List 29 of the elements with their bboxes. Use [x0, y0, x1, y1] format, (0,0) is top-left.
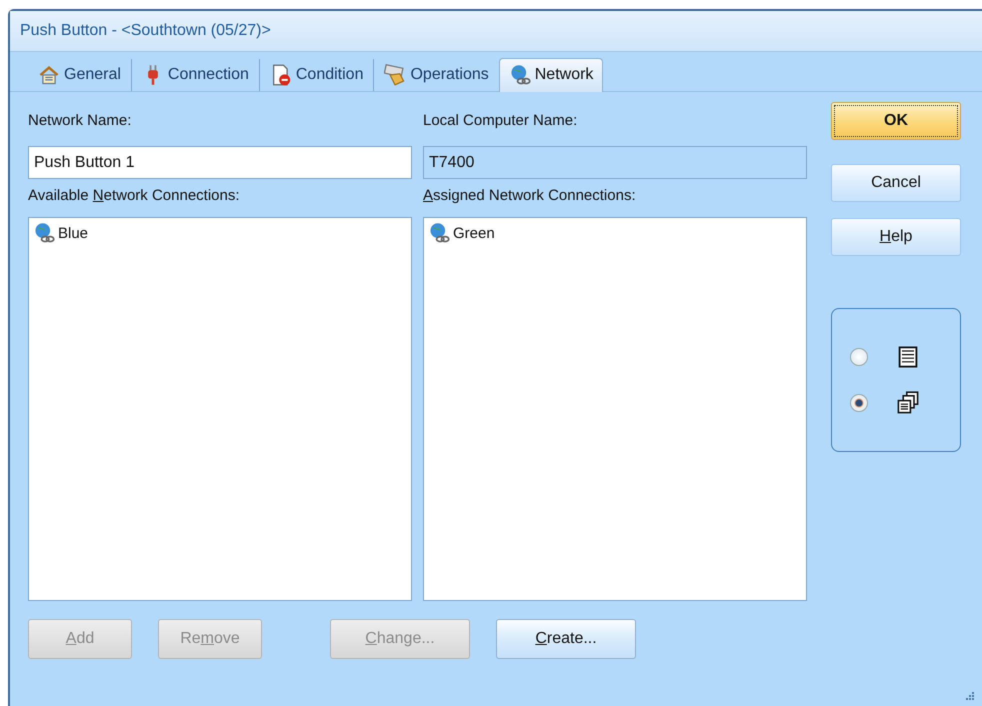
tab[interactable]: Condition [260, 58, 374, 92]
keyboard-hand-icon [384, 64, 406, 86]
dialog-button[interactable]: OK [831, 102, 961, 140]
tab[interactable]: Operations [374, 58, 499, 92]
dialog-button[interactable]: Cancel [831, 164, 961, 202]
list-item[interactable]: Blue [58, 224, 88, 242]
stacked-pages-icon [896, 391, 920, 415]
globe-link-icon [33, 222, 55, 244]
globe-link-icon [428, 222, 450, 244]
globe-link-icon [508, 64, 531, 86]
list-box[interactable]: Green [423, 217, 807, 601]
resize-grip-icon [964, 690, 974, 700]
window-title: Push Button - <Southtown (05/27)> [20, 22, 271, 40]
house-icon [38, 64, 60, 86]
list-box[interactable]: Blue [28, 217, 412, 601]
radio-button[interactable] [850, 394, 868, 412]
input-field[interactable]: Push Button 1 [28, 146, 412, 179]
field-label: Network Name: [28, 111, 132, 131]
list-label: Assigned Network Connections: [423, 186, 637, 206]
list-item[interactable]: Green [453, 224, 495, 242]
tab[interactable]: General [28, 58, 131, 92]
list-label: Available Network Connections: [28, 186, 241, 206]
tab[interactable]: Network [498, 58, 604, 92]
tab[interactable]: Connection [132, 58, 259, 92]
field-label: Local Computer Name: [423, 111, 578, 131]
list-view-icon [896, 345, 920, 369]
radio-button[interactable] [850, 348, 868, 366]
action-button[interactable]: Create... [496, 619, 636, 659]
dialog-button[interactable]: Help [831, 218, 961, 256]
